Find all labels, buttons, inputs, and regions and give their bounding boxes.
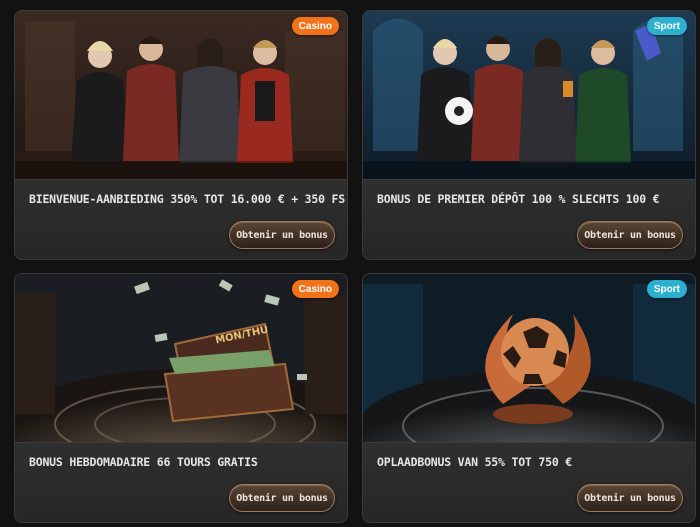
get-bonus-button[interactable]: Obtenir un bonus xyxy=(577,484,683,512)
sport-badge: Sport xyxy=(646,17,687,35)
get-bonus-button[interactable]: Obtenir un bonus xyxy=(229,221,335,249)
promo-title: Oplaadbonus van 55% tot 750 € xyxy=(377,455,572,469)
promo-card-weekly[interactable]: MON/THU Casino Bonus hebdomadaire 66 tou… xyxy=(14,273,348,523)
football-trophy-illustration xyxy=(363,274,695,444)
sport-characters-illustration xyxy=(363,11,695,181)
promo-card-welcome[interactable]: Casino Bienvenue-aanbieding 350% tot 16.… xyxy=(14,10,348,260)
promo-info-panel: Oplaadbonus van 55% tot 750 € Obtenir un… xyxy=(363,442,695,522)
promo-title: Bonus hebdomadaire 66 tours gratis xyxy=(29,455,258,469)
sport-badge: Sport xyxy=(646,280,687,298)
promo-info-panel: Bienvenue-aanbieding 350% tot 16.000 € +… xyxy=(15,179,347,259)
promo-card-reload[interactable]: Sport Oplaadbonus van 55% tot 750 € Obte… xyxy=(362,273,696,523)
promo-card-first-deposit[interactable]: Sport Bonus de premier dépôt 100 % slech… xyxy=(362,10,696,260)
money-chest-illustration: MON/THU xyxy=(15,274,347,444)
promo-info-panel: Bonus hebdomadaire 66 tours gratis Obten… xyxy=(15,442,347,522)
promo-info-panel: Bonus de premier dépôt 100 % slechts 100… xyxy=(363,179,695,259)
get-bonus-button[interactable]: Obtenir un bonus xyxy=(577,221,683,249)
casino-characters-illustration xyxy=(15,11,347,181)
promo-title: Bonus de premier dépôt 100 % slechts 100… xyxy=(377,192,660,206)
promo-title: Bienvenue-aanbieding 350% tot 16.000 € +… xyxy=(29,192,346,206)
casino-badge: Casino xyxy=(291,280,339,298)
get-bonus-button[interactable]: Obtenir un bonus xyxy=(229,484,335,512)
casino-badge: Casino xyxy=(291,17,339,35)
